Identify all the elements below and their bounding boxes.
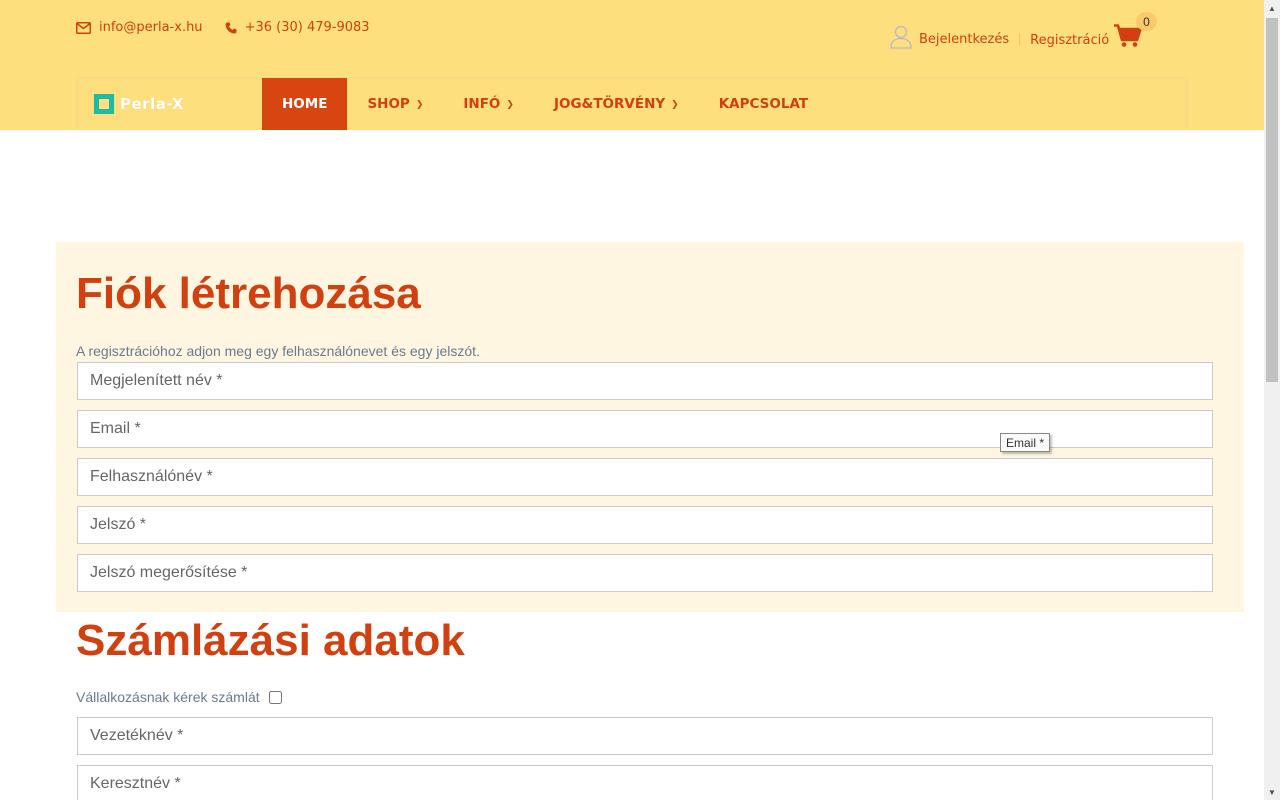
nav-info-label: INFÓ — [463, 96, 501, 112]
nav-item-home[interactable]: HOME — [262, 78, 348, 130]
account-divider — [1019, 33, 1021, 45]
account-hint: A regisztrációhoz adjon meg egy felhaszn… — [76, 343, 480, 359]
lastname-input[interactable] — [77, 717, 1213, 755]
nav-item-law[interactable]: JOG&TÖRVÉNY ❯ — [534, 78, 699, 130]
scroll-down-icon[interactable]: ▼ — [1264, 784, 1280, 800]
nav-shop-label: SHOP — [367, 96, 410, 112]
chevron-down-icon: ❯ — [415, 100, 424, 110]
scroll-up-icon[interactable]: ▲ — [1264, 0, 1280, 16]
account-section-title: Fiók létrehozása — [76, 269, 421, 318]
company-invoice-checkbox[interactable] — [268, 690, 282, 704]
nav-item-contact[interactable]: KAPCSOLAT — [699, 78, 828, 130]
nav-item-shop[interactable]: SHOP ❯ — [347, 78, 443, 130]
company-invoice-row: Vállalkozásnak kérek számlát — [76, 689, 282, 705]
contact-email-text[interactable]: info@perla-x.hu — [99, 20, 203, 35]
user-icon — [890, 25, 912, 53]
cart-count-badge: 0 — [1136, 12, 1157, 31]
header: info@perla-x.hu +36 (30) 479-9083 Bejele… — [0, 0, 1264, 130]
display-name-input[interactable] — [77, 362, 1213, 400]
main-navbar: Perla-X HOME SHOP ❯ INFÓ ❯ JOG&TÖRVÉNY ❯ KA… — [77, 77, 1187, 130]
contact-phone[interactable]: +36 (30) 479-9083 — [225, 20, 370, 35]
contact-bar: info@perla-x.hu +36 (30) 479-9083 — [76, 20, 370, 35]
password-confirm-input[interactable] — [77, 554, 1213, 592]
password-input[interactable] — [77, 506, 1213, 544]
firstname-input[interactable] — [77, 765, 1213, 800]
contact-email[interactable]: info@perla-x.hu — [76, 20, 203, 35]
company-invoice-label: Vállalkozásnak kérek számlát — [76, 689, 260, 705]
username-input[interactable] — [77, 458, 1213, 496]
shopping-cart-icon — [1114, 24, 1142, 53]
cart-button[interactable]: 0 — [1112, 12, 1158, 52]
nav-law-label: JOG&TÖRVÉNY — [553, 96, 666, 112]
site-logo[interactable]: Perla-X — [94, 94, 184, 114]
login-label[interactable]: Bejelentkezés — [919, 32, 1009, 47]
envelope-icon — [76, 21, 91, 34]
phone-icon — [225, 22, 237, 34]
nav-item-info[interactable]: INFÓ ❯ — [443, 78, 534, 130]
nav-home-label: HOME — [282, 96, 328, 112]
nav-contact-label: KAPCSOLAT — [718, 96, 809, 112]
vertical-scrollbar[interactable]: ▲ ▼ — [1264, 0, 1280, 800]
billing-section-title: Számlázási adatok — [76, 616, 465, 665]
contact-phone-text[interactable]: +36 (30) 479-9083 — [245, 20, 370, 35]
nav-menu: HOME SHOP ❯ INFÓ ❯ JOG&TÖRVÉNY ❯ KAPCSOLAT — [262, 78, 828, 130]
account-links: Bejelentkezés Regisztráció — [890, 25, 1109, 53]
logo-text: Perla-X — [120, 95, 184, 113]
chevron-down-icon: ❯ — [671, 100, 679, 110]
logo-icon — [94, 94, 114, 114]
email-tooltip: Email * — [1000, 433, 1051, 452]
register-link[interactable]: Regisztráció — [1030, 33, 1109, 48]
scroll-thumb[interactable] — [1266, 18, 1278, 382]
chevron-down-icon: ❯ — [506, 100, 514, 110]
login-link[interactable]: Bejelentkezés — [890, 25, 1009, 53]
